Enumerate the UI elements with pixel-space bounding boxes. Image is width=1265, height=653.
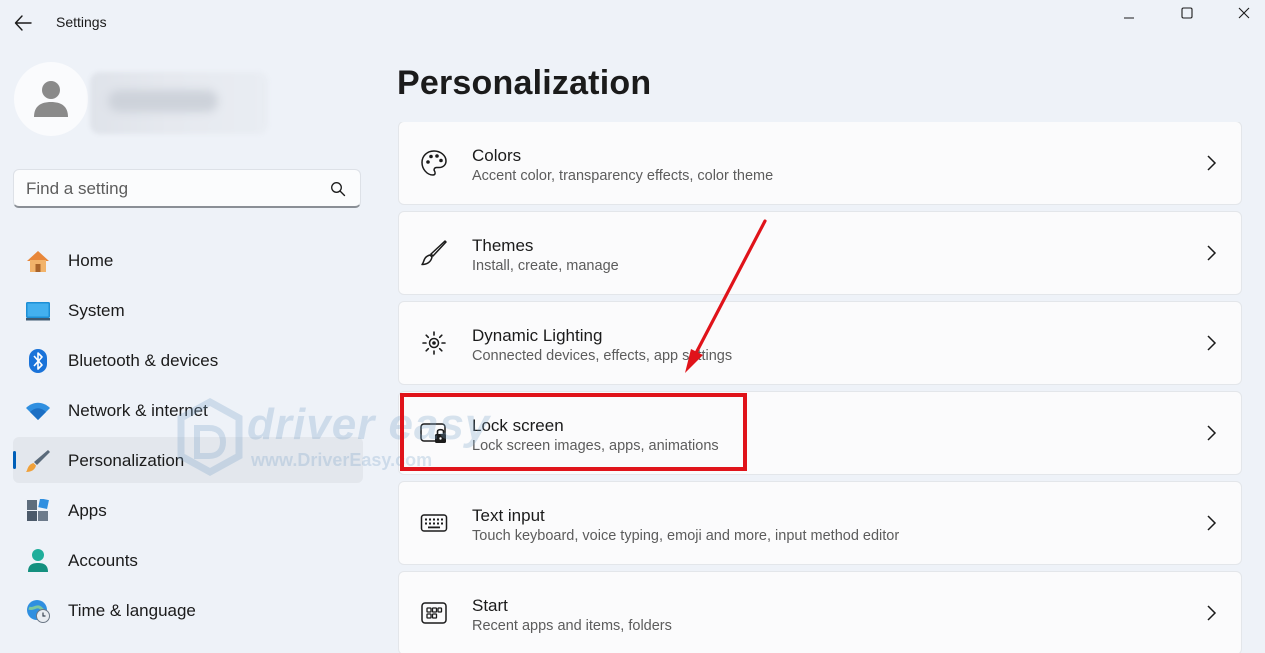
card-title: Text input: [472, 506, 545, 525]
sidebar-nav: Home System Bluetooth & devices Network …: [13, 237, 363, 637]
accounts-icon: [25, 548, 51, 574]
back-arrow-icon: [14, 15, 32, 31]
card-dynamic-lighting[interactable]: Dynamic Lighting Connected devices, effe…: [398, 301, 1242, 385]
minimize-button[interactable]: [1100, 0, 1158, 26]
lock-screen-icon: [419, 418, 449, 448]
brush-icon: [25, 448, 51, 474]
sidebar-item-apps[interactable]: Apps: [13, 487, 363, 533]
chevron-right-icon: [1207, 335, 1217, 351]
card-subtitle: Touch keyboard, voice typing, emoji and …: [472, 528, 900, 544]
sidebar-item-label: Personalization: [68, 451, 185, 470]
card-title: Lock screen: [472, 416, 564, 435]
system-icon: [25, 298, 51, 324]
card-title: Dynamic Lighting: [472, 326, 603, 345]
maximize-icon: [1181, 7, 1193, 19]
card-subtitle: Recent apps and items, folders: [472, 618, 672, 634]
close-button[interactable]: [1215, 0, 1265, 26]
start-icon: [419, 598, 449, 628]
keyboard-icon: [419, 508, 449, 538]
chevron-right-icon: [1207, 515, 1217, 531]
minimize-icon: [1124, 17, 1134, 19]
brush-icon: [419, 238, 449, 268]
profile-name-blurred: [90, 72, 268, 134]
person-icon: [34, 81, 68, 117]
chevron-right-icon: [1207, 605, 1217, 621]
card-title: Colors: [472, 146, 522, 165]
apps-icon: [25, 498, 51, 524]
chevron-right-icon: [1207, 245, 1217, 261]
card-title: Start: [472, 596, 508, 615]
search-icon[interactable]: [330, 181, 346, 197]
sidebar-item-accounts[interactable]: Accounts: [13, 537, 363, 583]
card-lock-screen[interactable]: Lock screen Lock screen images, apps, an…: [398, 391, 1242, 475]
sidebar-item-system[interactable]: System: [13, 287, 363, 333]
card-subtitle: Install, create, manage: [472, 258, 619, 274]
maximize-button[interactable]: [1158, 0, 1216, 26]
card-title: Themes: [472, 236, 534, 255]
title-bar: Settings: [0, 0, 1265, 46]
sidebar-item-home[interactable]: Home: [13, 237, 363, 283]
back-button[interactable]: [10, 10, 36, 36]
search-input[interactable]: [26, 179, 316, 199]
chevron-right-icon: [1207, 155, 1217, 171]
sun-icon: [419, 328, 449, 358]
sidebar-item-label: Home: [68, 251, 114, 270]
home-icon: [25, 248, 51, 274]
search-box[interactable]: [13, 169, 361, 208]
sidebar-item-label: Bluetooth & devices: [68, 351, 219, 370]
page-title: Personalization: [397, 64, 652, 102]
globe-clock-icon: [25, 598, 51, 624]
sidebar-item-label: Time & language: [68, 601, 196, 620]
sidebar-item-label: Network & internet: [68, 401, 208, 420]
sidebar-item-network[interactable]: Network & internet: [13, 387, 363, 433]
sidebar-item-label: System: [68, 301, 125, 320]
card-colors[interactable]: Colors Accent color, transparency effect…: [398, 122, 1242, 205]
bluetooth-icon: [25, 348, 51, 374]
chevron-right-icon: [1207, 425, 1217, 441]
card-themes[interactable]: Themes Install, create, manage: [398, 211, 1242, 295]
card-subtitle: Connected devices, effects, app settings: [472, 348, 733, 364]
sidebar-item-personalization[interactable]: Personalization: [13, 437, 363, 483]
sidebar-item-label: Apps: [68, 501, 107, 520]
wifi-icon: [25, 398, 51, 424]
card-subtitle: Accent color, transparency effects, colo…: [472, 168, 774, 184]
close-icon: [1238, 7, 1250, 19]
avatar[interactable]: [14, 62, 88, 136]
card-subtitle: Lock screen images, apps, animations: [472, 438, 719, 454]
settings-card-list: Colors Accent color, transparency effect…: [398, 122, 1242, 653]
sidebar-item-time-language[interactable]: Time & language: [13, 587, 363, 633]
card-text-input[interactable]: Text input Touch keyboard, voice typing,…: [398, 481, 1242, 565]
card-start[interactable]: Start Recent apps and items, folders: [398, 571, 1242, 653]
selection-indicator: [13, 451, 16, 469]
sidebar-item-bluetooth[interactable]: Bluetooth & devices: [13, 337, 363, 383]
palette-icon: [419, 148, 449, 178]
sidebar-item-label: Accounts: [68, 551, 138, 570]
app-title: Settings: [56, 14, 107, 30]
